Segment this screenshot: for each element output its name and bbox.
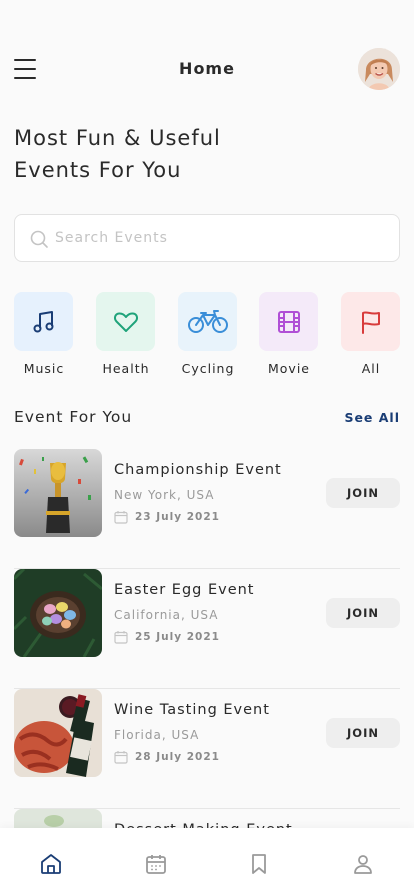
event-title: Easter Egg Event — [114, 582, 255, 598]
event-location: New York, USA — [114, 488, 215, 502]
category-movie-tile[interactable] — [259, 292, 318, 351]
music-note-icon — [33, 310, 53, 332]
category-all[interactable]: All — [341, 292, 401, 376]
event-date: 25 July 2021 — [135, 631, 220, 643]
calendar-icon[interactable] — [144, 852, 168, 876]
search-input[interactable] — [55, 215, 385, 261]
header: Home — [0, 44, 414, 96]
category-list: Music Health Cycling Movie All — [14, 292, 400, 382]
event-date: 23 July 2021 — [135, 511, 220, 523]
bookmark-icon[interactable] — [247, 852, 271, 876]
trophy-image — [14, 449, 102, 537]
see-all-link[interactable]: See All — [344, 410, 400, 425]
category-cycling[interactable]: Cycling — [178, 292, 238, 376]
category-label: Movie — [268, 361, 310, 376]
category-all-tile[interactable] — [341, 292, 400, 351]
category-label: Health — [102, 361, 150, 376]
category-health-tile[interactable] — [96, 292, 155, 351]
section-header: Event For You See All — [14, 406, 400, 430]
profile-icon[interactable] — [351, 852, 375, 876]
heart-icon — [113, 311, 138, 332]
category-label: Cycling — [181, 361, 235, 376]
flag-icon — [361, 310, 380, 334]
category-label: All — [361, 361, 381, 376]
event-card[interactable]: Wine Tasting Event Florida, USA 28 July … — [14, 689, 400, 809]
event-card[interactable]: Championship Event New York, USA 23 July… — [14, 449, 400, 569]
hero-line-2: Events For You — [14, 158, 182, 182]
section-title: Event For You — [14, 408, 133, 426]
bottom-navigation — [0, 828, 414, 896]
calendar-icon — [114, 511, 128, 524]
wine-image — [14, 689, 102, 777]
category-music[interactable]: Music — [14, 292, 74, 376]
event-location: Florida, USA — [114, 728, 200, 742]
calendar-icon — [114, 751, 128, 764]
category-music-tile[interactable] — [14, 292, 73, 351]
join-button[interactable]: JOIN — [326, 598, 400, 628]
search-icon — [30, 230, 48, 248]
event-title: Wine Tasting Event — [114, 702, 270, 718]
hero-heading: Most Fun & Useful Events For You — [14, 122, 314, 186]
calendar-icon — [114, 631, 128, 644]
event-date: 28 July 2021 — [135, 751, 220, 763]
event-location: California, USA — [114, 608, 219, 622]
event-card[interactable]: Easter Egg Event California, USA 25 July… — [14, 569, 400, 689]
category-health[interactable]: Health — [96, 292, 156, 376]
hero-line-1: Most Fun & Useful — [14, 126, 221, 150]
join-button[interactable]: JOIN — [326, 718, 400, 748]
join-button[interactable]: JOIN — [326, 478, 400, 508]
user-avatar[interactable] — [358, 48, 400, 90]
search-bar[interactable] — [14, 214, 400, 262]
category-cycling-tile[interactable] — [178, 292, 237, 351]
home-icon[interactable] — [39, 852, 63, 876]
film-icon — [277, 310, 300, 333]
page-title: Home — [179, 59, 235, 78]
bicycle-icon — [187, 309, 228, 333]
easter-eggs-image — [14, 569, 102, 657]
event-title: Championship Event — [114, 462, 282, 478]
category-label: Music — [23, 361, 65, 376]
category-movie[interactable]: Movie — [259, 292, 319, 376]
